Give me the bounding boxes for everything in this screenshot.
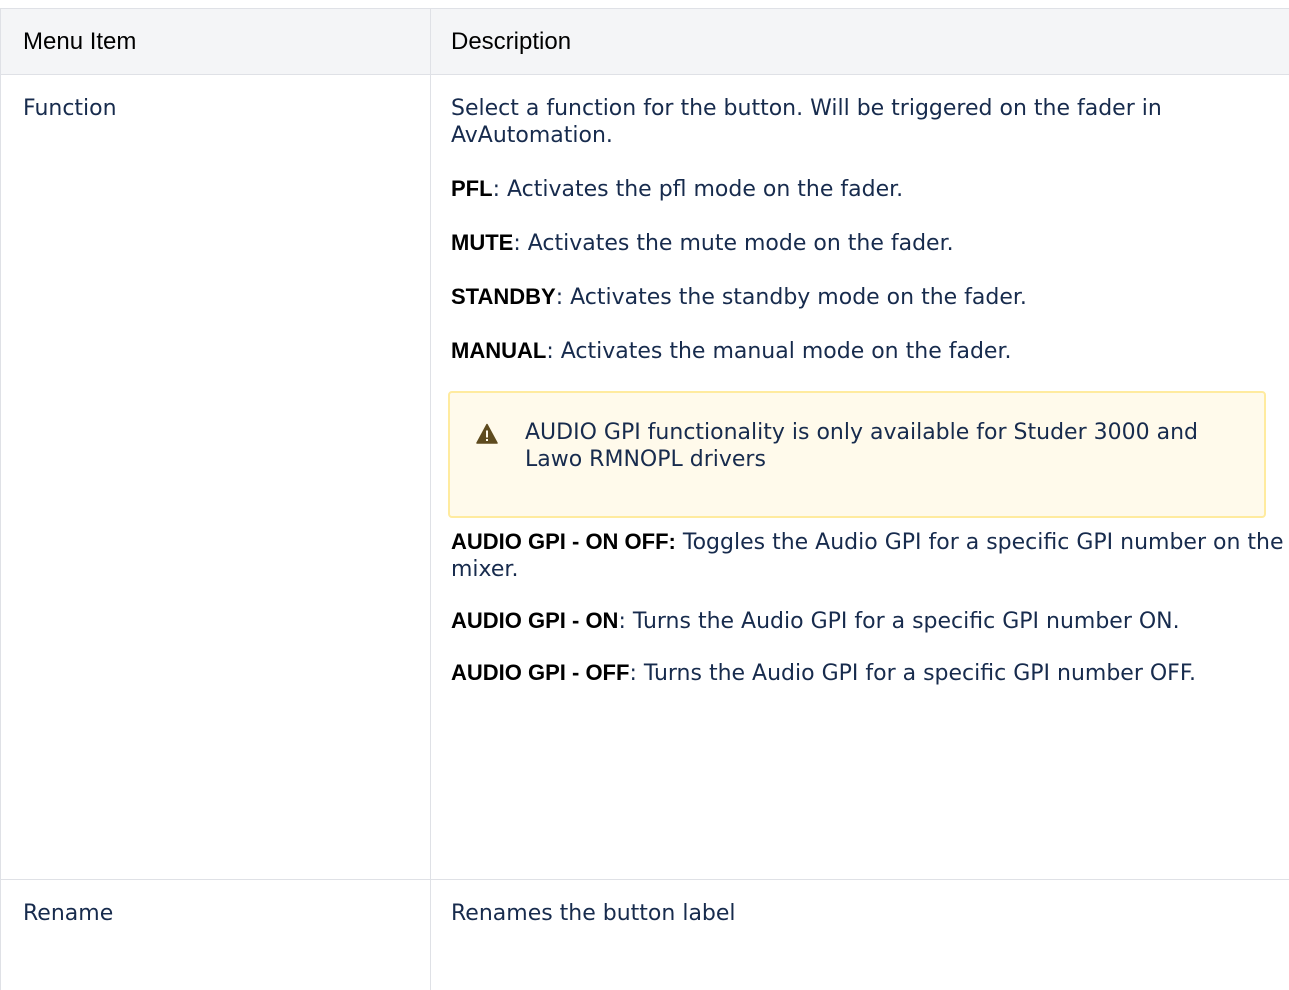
option-pfl: PFL: Activates the pfl mode on the fader… <box>451 175 1284 203</box>
option-sep: : <box>492 177 500 202</box>
function-description: Select a function for the button. Will b… <box>431 75 1289 879</box>
option-audio-gpi-on-off: AUDIO GPI - ON OFF: Toggles the Audio GP… <box>451 528 1284 583</box>
table-header-row: Menu Item Description <box>1 9 1289 75</box>
warning-text: AUDIO GPI functionality is only availabl… <box>525 420 1198 472</box>
option-term: AUDIO GPI - ON <box>451 608 619 633</box>
header-menu-item: Menu Item <box>1 9 431 74</box>
option-text: : Turns the Audio GPI for a specific GPI… <box>618 609 1180 634</box>
header-description: Description <box>431 9 1289 74</box>
option-term: STANDBY <box>451 284 556 309</box>
option-audio-gpi-off: AUDIO GPI - OFF: Turns the Audio GPI for… <box>451 659 1284 687</box>
option-text: Activates the manual mode on the fader. <box>553 339 1012 364</box>
menu-item-function: Function <box>1 75 431 879</box>
option-text: Activates the standby mode on the fader. <box>563 285 1027 310</box>
table-row: Rename Renames the button label <box>1 880 1289 990</box>
option-standby: STANDBY: Activates the standby mode on t… <box>451 283 1284 311</box>
option-audio-gpi-on: AUDIO GPI - ON: Turns the Audio GPI for … <box>451 607 1284 635</box>
option-term: AUDIO GPI - ON OFF: <box>451 529 676 554</box>
option-manual: MANUAL: Activates the manual mode on the… <box>451 337 1284 365</box>
option-text: : Turns the Audio GPI for a specific GPI… <box>629 661 1196 686</box>
menu-items-table: Menu Item Description Function Select a … <box>0 8 1289 990</box>
warning-panel: AUDIO GPI functionality is only availabl… <box>448 391 1266 518</box>
option-mute: MUTE: Activates the mute mode on the fad… <box>451 229 1284 257</box>
option-term: MUTE <box>451 230 514 255</box>
rename-description: Renames the button label <box>431 880 1289 990</box>
option-sep: : <box>546 339 554 364</box>
option-text: Activates the mute mode on the fader. <box>520 231 954 256</box>
menu-item-rename: Rename <box>1 880 431 990</box>
function-intro: Select a function for the button. Will b… <box>451 96 1162 148</box>
option-term: AUDIO GPI - OFF <box>451 660 630 685</box>
warning-icon <box>476 423 498 444</box>
table-row: Function Select a function for the butto… <box>1 75 1289 880</box>
option-sep: : <box>513 231 521 256</box>
option-term: PFL <box>451 176 493 201</box>
option-term: MANUAL <box>451 338 547 363</box>
option-text: Activates the pfl mode on the fader. <box>499 177 904 202</box>
